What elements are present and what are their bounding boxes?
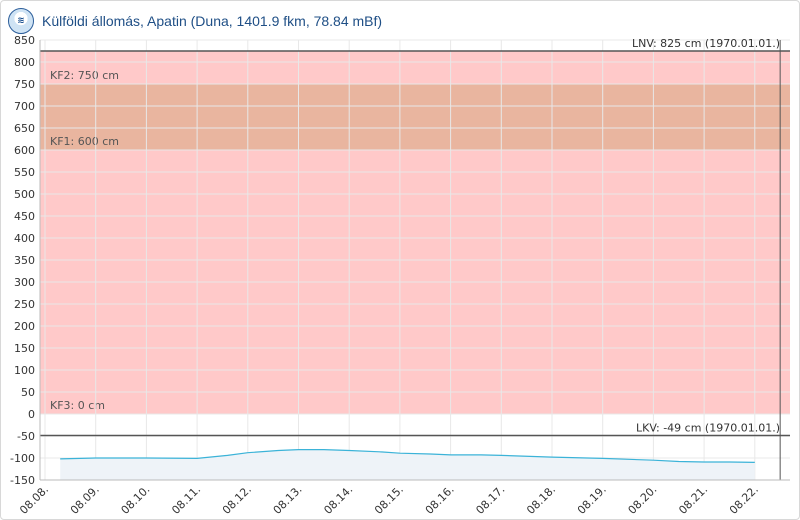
x-tick-label: 08.10. <box>119 483 153 517</box>
y-tick-label: 100 <box>14 364 35 377</box>
x-tick-label: 08.15. <box>372 483 406 517</box>
y-tick-label: 650 <box>14 122 35 135</box>
x-tick-label: 08.17. <box>473 483 507 517</box>
y-tick-label: 400 <box>14 232 35 245</box>
x-tick-label: 08.21. <box>676 483 710 517</box>
reference-label: LKV: -49 cm (1970.01.01.) <box>636 422 780 435</box>
x-tick-label: 08.22. <box>727 483 761 517</box>
y-tick-label: 750 <box>14 78 35 91</box>
x-tick-label: 08.08. <box>17 483 51 517</box>
band-1 <box>40 84 790 150</box>
x-tick-label: 08.16. <box>423 483 457 517</box>
y-tick-label: 600 <box>14 144 35 157</box>
x-tick-label: 08.18. <box>524 483 558 517</box>
y-tick-label: 800 <box>14 56 35 69</box>
y-tick-label: 0 <box>28 408 35 421</box>
y-tick-label: 850 <box>14 34 35 47</box>
y-tick-label: -150 <box>10 474 35 487</box>
x-tick-label: 08.19. <box>575 483 609 517</box>
water-level-chart: KF3: 0 cm KF1: 600 cm KF2: 750 cm LNV: 825… <box>10 34 790 517</box>
band-2 <box>40 51 790 84</box>
x-tick-label: 08.20. <box>626 483 660 517</box>
y-tick-label: 450 <box>14 210 35 223</box>
x-tick-label: 08.11. <box>169 483 203 517</box>
band-label: KF2: 750 cm <box>50 69 119 82</box>
grid-layer <box>40 39 790 481</box>
y-tick-label: -50 <box>17 430 35 443</box>
y-tick-label: 150 <box>14 342 35 355</box>
y-tick-label: 550 <box>14 166 35 179</box>
x-tick-label: 08.12. <box>220 483 254 517</box>
y-tick-label: 50 <box>21 386 35 399</box>
reference-label: LNV: 825 cm (1970.01.01.) <box>632 37 780 50</box>
y-tick-label: 250 <box>14 298 35 311</box>
y-tick-label: 300 <box>14 276 35 289</box>
y-tick-label: 350 <box>14 254 35 267</box>
y-tick-label: 200 <box>14 320 35 333</box>
x-tick-label: 08.09. <box>68 483 102 517</box>
band-label: KF3: 0 cm <box>50 399 105 412</box>
x-tick-label: 08.13. <box>271 483 305 517</box>
y-tick-label: 500 <box>14 188 35 201</box>
y-tick-label: -100 <box>10 452 35 465</box>
x-tick-label: 08.14. <box>321 483 355 517</box>
band-label: KF1: 600 cm <box>50 135 119 148</box>
y-tick-label: 700 <box>14 100 35 113</box>
